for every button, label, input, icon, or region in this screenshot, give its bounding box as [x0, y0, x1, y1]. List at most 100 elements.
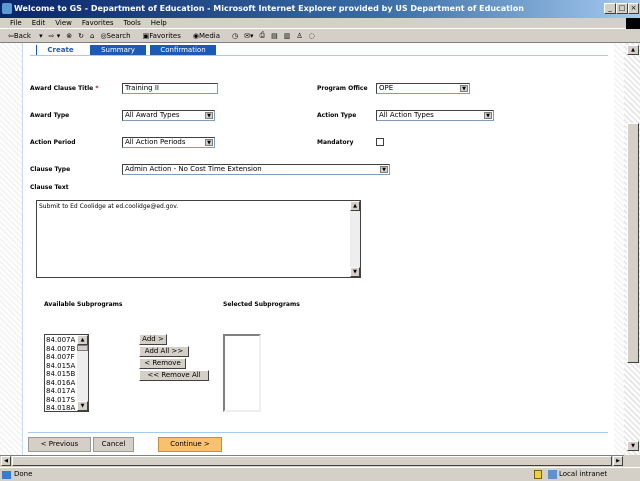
menu-edit[interactable]: Edit	[32, 18, 46, 28]
action-period-select[interactable]: All Action Periods ▼	[122, 137, 215, 148]
discuss-icon[interactable]: ▥	[284, 32, 291, 40]
page-content: Create Summary Confirmation Award Clause…	[0, 43, 624, 455]
scroll-up-icon[interactable]: ▲	[350, 201, 360, 211]
previous-button[interactable]: < Previous	[28, 437, 91, 452]
action-type-select[interactable]: All Action Types ▼	[376, 110, 494, 121]
textarea-scrollbar[interactable]: ▲ ▼	[350, 201, 360, 277]
scroll-thumb[interactable]	[12, 456, 612, 466]
chevron-down-icon: ▼	[460, 85, 468, 92]
divider	[30, 55, 608, 56]
scroll-up-icon[interactable]: ▲	[627, 45, 639, 55]
favorites-button[interactable]: ▣Favorites	[143, 32, 187, 40]
toolbar: ⇦Back ▾ ⇨ ▾ ⊗ ↻ ⌂ ◎Search ▣Favorites ◉Me…	[0, 29, 640, 43]
menu-file[interactable]: File	[10, 18, 22, 28]
messenger-icon[interactable]: ♙	[296, 32, 302, 40]
intranet-icon	[548, 470, 557, 479]
search-label: Search	[106, 31, 131, 40]
action-period-label: Action Period	[30, 139, 76, 146]
scroll-down-icon[interactable]: ▼	[77, 401, 88, 411]
award-type-label: Award Type	[30, 112, 70, 119]
textarea-value: Submit to Ed Coolidge at ed.coolidge@ed.…	[39, 203, 179, 210]
menu-favorites[interactable]: Favorites	[82, 18, 114, 28]
title-bar: Welcome to GS - Department of Education …	[0, 0, 640, 18]
stop-icon[interactable]: ⊗	[66, 32, 72, 40]
mandatory-label: Mandatory	[317, 139, 354, 146]
remove-button[interactable]: < Remove	[139, 358, 186, 369]
add-button[interactable]: Add >	[139, 334, 167, 345]
window-title: Welcome to GS - Department of Education …	[14, 4, 524, 13]
tab-create[interactable]: Create	[36, 45, 84, 55]
clause-type-label: Clause Type	[30, 166, 71, 173]
chevron-down-icon: ▼	[484, 112, 492, 119]
cancel-button[interactable]: Cancel	[93, 437, 134, 452]
back-button[interactable]: ⇦Back ▾	[8, 32, 43, 40]
scroll-right-icon[interactable]: ▶	[613, 456, 623, 466]
history-icon[interactable]: ◷	[232, 32, 238, 40]
selected-value: All Action Periods	[125, 138, 186, 146]
selected-subprograms-list[interactable]	[223, 334, 261, 412]
required-marker: *	[95, 85, 99, 92]
action-type-label: Action Type	[317, 112, 357, 119]
clause-text-label: Clause Text	[30, 184, 69, 191]
print-icon[interactable]: ⎙	[260, 31, 266, 40]
list-scrollbar[interactable]: ▲ ▼	[77, 335, 88, 411]
back-label: Back	[13, 31, 31, 40]
available-subprograms-label: Available Subprograms	[44, 301, 123, 308]
menu-help[interactable]: Help	[151, 18, 167, 28]
award-type-select[interactable]: All Award Types ▼	[122, 110, 215, 121]
program-office-label: Program Office	[317, 85, 368, 92]
windows-logo-icon	[626, 18, 640, 29]
clause-text-textarea[interactable]: Submit to Ed Coolidge at ed.coolidge@ed.…	[36, 200, 361, 278]
menu-bar: File Edit View Favorites Tools Help	[0, 18, 640, 29]
mandatory-checkbox[interactable]	[376, 138, 384, 146]
home-icon[interactable]: ⌂	[90, 32, 94, 40]
selected-value: All Action Types	[379, 111, 434, 119]
status-bar: Done Local intranet	[0, 467, 640, 480]
chevron-down-icon: ▼	[205, 139, 213, 146]
program-office-select[interactable]: OPE ▼	[376, 83, 470, 94]
award-clause-title-input[interactable]: Training II	[122, 83, 218, 94]
selected-value: OPE	[379, 84, 394, 92]
selected-subprograms-label: Selected Subprograms	[223, 301, 300, 308]
lock-icon	[534, 470, 542, 479]
edit-icon[interactable]: ▤	[271, 32, 278, 40]
media-label: Media	[198, 31, 220, 40]
status-text: Done	[14, 470, 33, 478]
menu-tools[interactable]: Tools	[124, 18, 141, 28]
search-button[interactable]: ◎Search	[100, 32, 136, 40]
media-button[interactable]: ◉Media	[193, 32, 226, 40]
page-icon	[2, 471, 11, 479]
ie-icon	[2, 3, 12, 14]
vertical-scrollbar[interactable]: ▲ ▼	[624, 43, 640, 455]
scroll-down-icon[interactable]: ▼	[627, 441, 639, 451]
tab-label: Confirmation	[160, 46, 206, 54]
minimize-button[interactable]: _	[604, 3, 616, 14]
add-all-button[interactable]: Add All >>	[139, 346, 189, 357]
clause-type-select[interactable]: Admin Action - No Cost Time Extension ▼	[122, 164, 390, 175]
label-text: Award Clause Title	[30, 85, 94, 92]
continue-button[interactable]: Continue >	[158, 437, 222, 452]
favorites-label: Favorites	[149, 31, 181, 40]
divider	[28, 432, 608, 433]
tab-summary[interactable]: Summary	[90, 45, 146, 55]
available-subprograms-list[interactable]: 84.007A 84.007B 84.007F 84.015A 84.015B 84.01…	[44, 334, 89, 412]
menu-view[interactable]: View	[55, 18, 72, 28]
scroll-thumb[interactable]	[77, 345, 88, 351]
close-button[interactable]: ×	[628, 3, 639, 14]
scroll-up-icon[interactable]: ▲	[77, 335, 88, 345]
mail-icon[interactable]: ✉▾	[244, 32, 253, 40]
scroll-thumb[interactable]	[627, 123, 639, 363]
security-zone: Local intranet	[559, 470, 608, 478]
chevron-down-icon: ▼	[205, 112, 213, 119]
scroll-down-icon[interactable]: ▼	[350, 267, 360, 277]
chevron-down-icon: ▼	[380, 166, 388, 173]
remove-all-button[interactable]: << Remove All	[139, 370, 209, 381]
research-icon[interactable]: ◌	[309, 32, 315, 40]
tab-label: Create	[47, 46, 74, 54]
horizontal-scrollbar[interactable]: ◀ ▶	[0, 455, 624, 467]
forward-button[interactable]: ⇨ ▾	[49, 32, 61, 40]
tab-confirmation[interactable]: Confirmation	[150, 45, 216, 55]
maximize-button[interactable]: □	[616, 3, 628, 14]
scroll-left-icon[interactable]: ◀	[1, 456, 11, 466]
refresh-icon[interactable]: ↻	[78, 32, 84, 40]
